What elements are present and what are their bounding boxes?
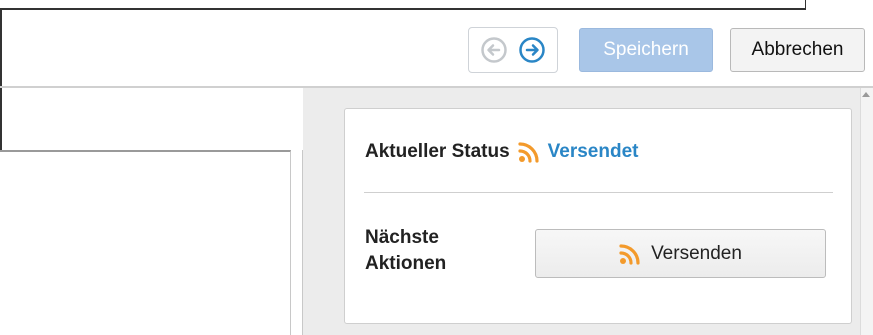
window-frame-top	[0, 8, 805, 10]
forward-button[interactable]	[516, 34, 548, 66]
window-frame-tick	[805, 0, 806, 10]
current-status-value: Versendet	[547, 141, 639, 162]
circle-arrow-right-icon	[519, 37, 545, 63]
navigation-button-group	[468, 27, 558, 73]
send-button[interactable]: Versenden	[535, 229, 826, 278]
panel-divider	[364, 192, 833, 193]
current-status-label: Aktueller Status	[365, 141, 510, 162]
send-button-label: Versenden	[651, 242, 742, 264]
next-actions-label: Nächste Aktionen	[365, 227, 447, 274]
back-button[interactable]	[478, 34, 510, 66]
vertical-scrollbar[interactable]	[860, 88, 873, 335]
rss-feed-icon	[518, 141, 540, 163]
main-content-area	[0, 150, 291, 335]
circle-arrow-left-icon	[481, 37, 507, 63]
current-status-row: Aktueller Status Versendet	[365, 141, 638, 163]
app-window: Speichern Abbrechen Aktueller Status Ver…	[0, 0, 873, 335]
cancel-button[interactable]: Abbrechen	[730, 28, 865, 72]
rss-feed-icon	[619, 243, 641, 265]
content-splitter	[291, 150, 303, 335]
scroll-up-arrow-icon[interactable]	[862, 92, 870, 97]
save-button[interactable]: Speichern	[579, 28, 713, 72]
status-panel: Aktueller Status Versendet Nächste Aktio…	[344, 108, 852, 324]
